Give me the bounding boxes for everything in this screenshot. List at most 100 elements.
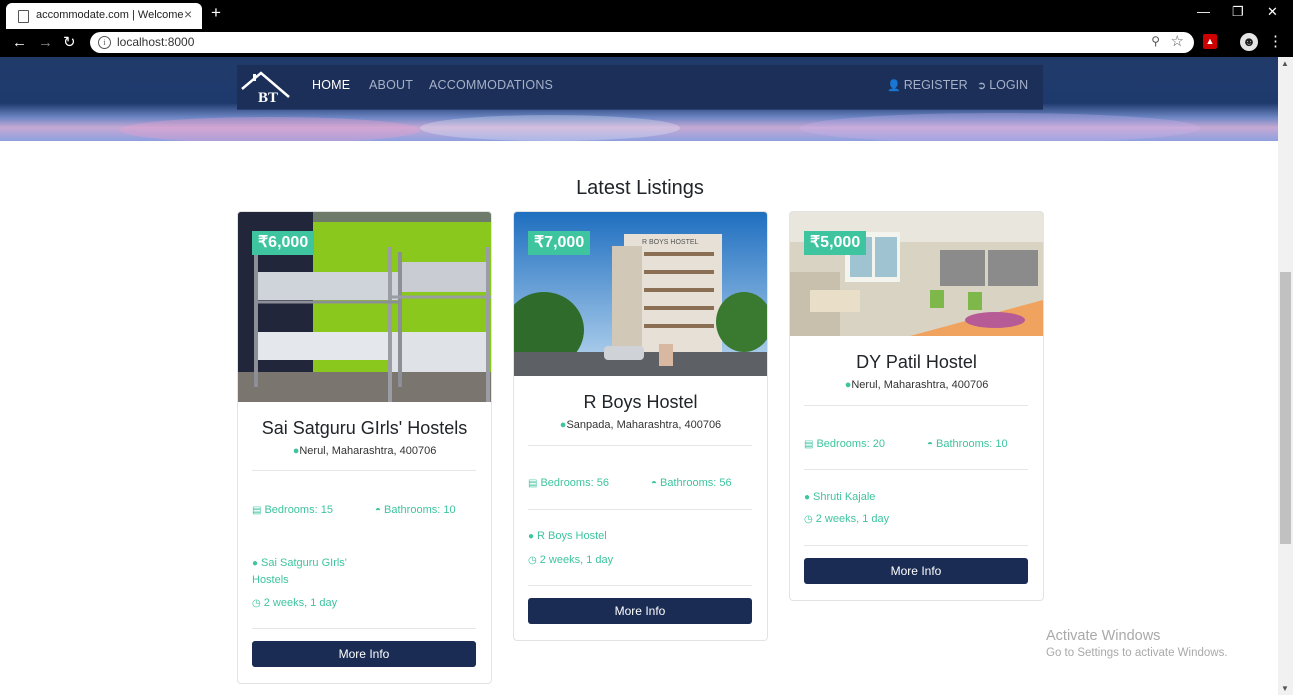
user-icon: ● <box>804 492 811 503</box>
info-icon[interactable]: i <box>98 36 111 49</box>
building-sign: R BOYS HOSTEL <box>642 239 699 246</box>
owner-text-cont: Hostels <box>252 574 289 586</box>
time-text: 2 weeks, 1 day <box>539 554 614 566</box>
scroll-down-icon[interactable]: ▼ <box>1281 684 1289 693</box>
sign-in-icon: ➲ <box>977 80 987 92</box>
cloud <box>420 115 680 141</box>
location-text: Nerul, Maharashtra, 400706 <box>299 445 437 457</box>
owner-text: Sai Satguru GIrls' <box>261 557 347 569</box>
more-info-button[interactable]: More Info <box>252 641 476 667</box>
clock-icon: ◷ <box>252 598 261 609</box>
divider <box>528 585 752 586</box>
cloud <box>120 117 420 141</box>
divider <box>804 405 1028 406</box>
nav-login[interactable]: ➲ LOGIN <box>977 78 1028 92</box>
new-tab-button[interactable]: + <box>211 4 221 22</box>
listing-name[interactable]: DY Patil Hostel <box>790 352 1043 373</box>
listing-card: ₹5,000 DY Patil Hostel ●Nerul, Maharasht… <box>789 211 1044 601</box>
url-text[interactable]: localhost:8000 <box>117 35 194 49</box>
zoom-icon[interactable]: ⚲ <box>1151 34 1160 48</box>
listing-name[interactable]: Sai Satguru GIrls' Hostels <box>238 418 491 439</box>
divider <box>804 469 1028 470</box>
site-logo[interactable]: BT <box>239 69 293 103</box>
listing-location: ●Nerul, Maharashtra, 400706 <box>790 379 1043 391</box>
nav-about[interactable]: ABOUT <box>369 78 413 92</box>
watermark-title: Activate Windows <box>1046 628 1161 644</box>
nav-home[interactable]: HOME <box>312 78 350 92</box>
bedrooms-text: Bedrooms: 20 <box>816 438 885 450</box>
location-text: Sanpada, Maharashtra, 400706 <box>566 419 722 431</box>
minimize-icon[interactable]: — <box>1197 4 1210 20</box>
scrollbar-thumb[interactable] <box>1280 272 1291 544</box>
bedrooms: ▤ Bedrooms: 15 <box>252 504 333 516</box>
listing-name[interactable]: R Boys Hostel <box>514 392 767 413</box>
bedrooms: ▤ Bedrooms: 20 <box>804 438 885 450</box>
nav-register[interactable]: 👤 REGISTER <box>887 78 968 92</box>
bathrooms: ◓ Bathrooms: 10 <box>927 438 1008 450</box>
section-title: Latest Listings <box>576 177 704 199</box>
add-user-icon: 👤 <box>887 80 901 92</box>
bedrooms: ▤ Bedrooms: 56 <box>528 477 609 489</box>
site-navbar: BT HOME ABOUT ACCOMMODATIONS 👤 REGISTER ➲… <box>237 65 1043 110</box>
bed-icon: ▤ <box>528 478 538 489</box>
bed-icon: ▤ <box>804 439 814 450</box>
bathrooms: ◓ Bathrooms: 10 <box>375 504 456 516</box>
reload-icon[interactable]: ↻ <box>63 34 76 52</box>
back-icon[interactable]: ← <box>12 34 27 52</box>
listing-card: R BOYS HOSTEL ₹7,000 R Boys Hostel ●Sanp… <box>513 211 768 641</box>
scroll-up-icon[interactable]: ▲ <box>1281 59 1289 68</box>
logo-text: BT <box>258 90 278 103</box>
window-close-icon[interactable]: ✕ <box>1267 4 1278 20</box>
listing-location: ●Sanpada, Maharashtra, 400706 <box>514 419 767 431</box>
listing-location: ●Nerul, Maharashtra, 400706 <box>238 445 491 457</box>
browser-tab[interactable]: accommodate.com | Welcome × <box>6 3 202 29</box>
browser-toolbar: ← → ↻ i localhost:8000 ⚲ ☆ ▲ ☻ ⋮ <box>0 29 1293 57</box>
login-label: LOGIN <box>989 78 1029 92</box>
restore-icon[interactable]: ❐ <box>1232 4 1244 20</box>
more-info-button[interactable]: More Info <box>528 598 752 624</box>
time-text: 2 weeks, 1 day <box>815 513 890 525</box>
activate-windows-watermark: Activate Windows Go to Settings to activ… <box>1046 628 1228 659</box>
clock-icon: ◷ <box>804 514 813 525</box>
pdf-extension-icon[interactable]: ▲ <box>1203 34 1217 49</box>
bath-icon: ◓ <box>651 478 658 489</box>
page-scrollbar[interactable]: ▲ ▼ <box>1278 57 1293 695</box>
more-info-button[interactable]: More Info <box>804 558 1028 584</box>
divider <box>528 445 752 446</box>
divider <box>252 628 476 629</box>
tab-title: accommodate.com | Welcome <box>36 9 184 21</box>
bathrooms-text: Bathrooms: 10 <box>384 504 456 516</box>
address-bar[interactable]: i localhost:8000 ⚲ ☆ <box>90 32 1194 53</box>
owner: ● R Boys Hostel <box>528 528 678 545</box>
page-icon <box>18 10 29 23</box>
bath-icon: ◓ <box>927 439 934 450</box>
posted-time: ◷ 2 weeks, 1 day <box>252 597 337 609</box>
divider <box>804 545 1028 546</box>
bed-icon: ▤ <box>252 505 262 516</box>
profile-icon[interactable]: ☻ <box>1240 33 1258 51</box>
forward-icon[interactable]: → <box>38 34 53 52</box>
posted-time: ◷ 2 weeks, 1 day <box>528 554 613 566</box>
location-text: Nerul, Maharashtra, 400706 <box>851 379 989 391</box>
owner-text: Shruti Kajale <box>813 491 876 503</box>
bedrooms-text: Bedrooms: 56 <box>540 477 609 489</box>
bedrooms-text: Bedrooms: 15 <box>264 504 333 516</box>
register-label: REGISTER <box>903 78 968 92</box>
time-text: 2 weeks, 1 day <box>263 597 338 609</box>
watermark-subtitle: Go to Settings to activate Windows. <box>1046 647 1228 659</box>
owner: ● Sai Satguru GIrls' Hostels <box>252 555 352 589</box>
listing-card: ₹6,000 Sai Satguru GIrls' Hostels ●Nerul… <box>237 211 492 684</box>
price-badge: ₹7,000 <box>528 231 591 255</box>
price-badge: ₹6,000 <box>252 231 315 255</box>
hero-banner: BT HOME ABOUT ACCOMMODATIONS 👤 REGISTER ➲… <box>0 57 1278 141</box>
bathrooms-text: Bathrooms: 10 <box>936 438 1008 450</box>
browser-menu-icon[interactable]: ⋮ <box>1268 33 1283 51</box>
bath-icon: ◓ <box>375 505 382 516</box>
bookmark-star-icon[interactable]: ☆ <box>1171 32 1184 50</box>
owner: ● Shruti Kajale <box>804 489 954 506</box>
close-tab-icon[interactable]: × <box>184 7 192 21</box>
bathrooms: ◓ Bathrooms: 56 <box>651 477 732 489</box>
bathrooms-text: Bathrooms: 56 <box>660 477 732 489</box>
divider <box>528 509 752 510</box>
nav-accommodations[interactable]: ACCOMMODATIONS <box>429 78 553 92</box>
